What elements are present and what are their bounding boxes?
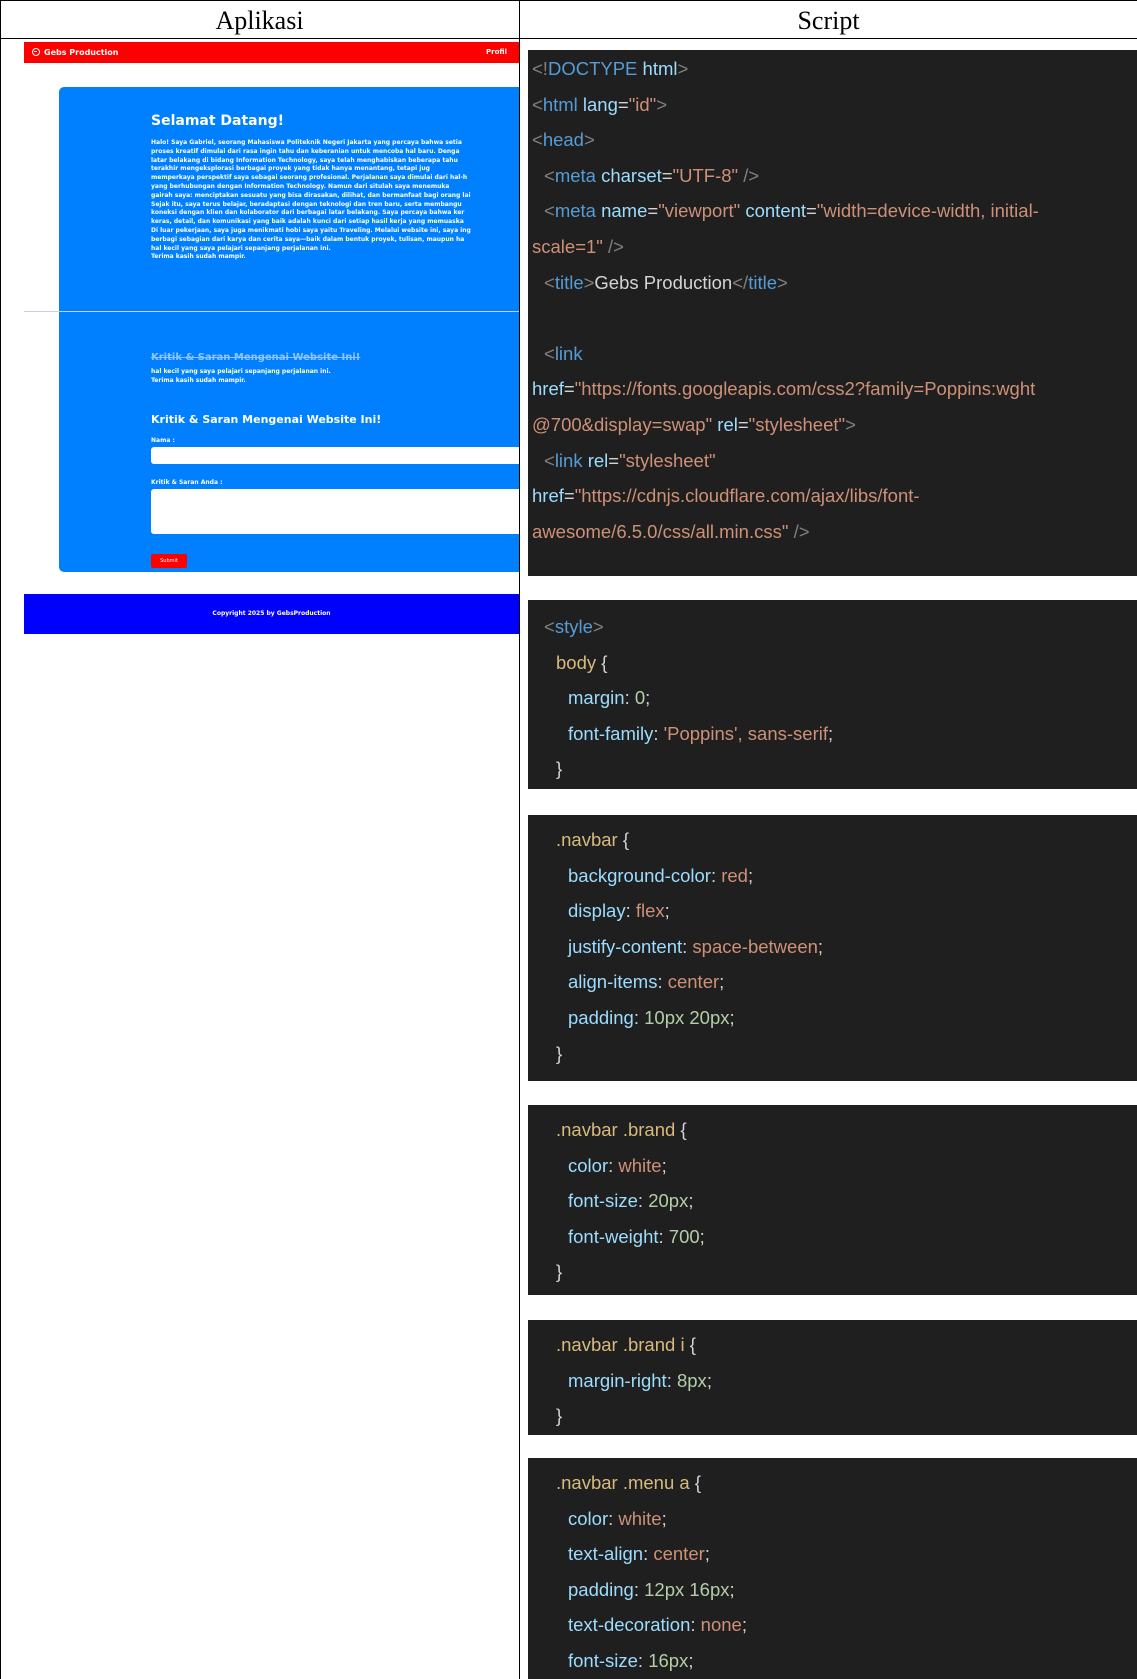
code-line: <meta name="viewport" content="width=dev… <box>544 200 1039 222</box>
about-paragraph: Halo! Saya Gabriel, seorang Mahasiswa Po… <box>151 139 519 262</box>
code-block-brand-icon: .navbar .brand i { margin-right: 8px; } <box>528 1320 1137 1435</box>
code-line: @700&display=swap" rel="stylesheet"> <box>532 413 856 435</box>
about-line: yang berhubungan dengan Information Tech… <box>151 182 450 190</box>
code-line: .navbar .menu a { <box>556 1472 702 1493</box>
code-line: font-size: 20px; <box>568 1190 694 1212</box>
code-line: color: white; <box>568 1507 667 1529</box>
about-line: memperkaya perspektif saya sebagai seora… <box>151 174 468 182</box>
code-line: font-weight: 700; <box>568 1225 705 1247</box>
brand[interactable]: Gebs Production <box>32 47 119 58</box>
about-line: keras, detail, dan komunikasi yang baik … <box>151 218 464 226</box>
code-line: text-decoration: none; <box>568 1614 747 1636</box>
code-line: <link <box>544 342 583 364</box>
code-line: <!DOCTYPE html> <box>532 58 689 79</box>
code-block-menu-link: .navbar .menu a { color: white; text-ali… <box>528 1458 1137 1679</box>
code-line: awesome/6.5.0/css/all.min.css" /> <box>532 520 810 542</box>
column-divider <box>519 0 520 1679</box>
about-line: koneksi dengan klien dan kolaborator dar… <box>151 209 465 217</box>
code-line: text-align: center; <box>568 1543 710 1565</box>
name-input[interactable] <box>151 447 519 464</box>
overlap-ghost-text: hal kecil yang saya pelajari sepanjang p… <box>151 367 331 385</box>
code-line: <html lang="id"> <box>532 93 668 115</box>
code-line: .navbar .brand i { <box>556 1334 696 1355</box>
code-line: body { <box>556 651 608 673</box>
overlap-ghost-title: Kritik & Saran Mengenai Website Ini! <box>151 352 361 363</box>
welcome-title: Selamat Datang! <box>151 113 285 129</box>
header-divider <box>0 38 1137 39</box>
code-line: href="https://cdnjs.cloudflare.com/ajax/… <box>532 485 920 507</box>
about-line: proses kreatif dimulai dari rasa ingin t… <box>151 147 460 155</box>
code-line: } <box>556 1405 563 1427</box>
navbar: Gebs Production Profil <box>24 42 519 63</box>
code-line: href="https://fonts.googleapis.com/css2?… <box>532 378 1036 400</box>
code-line: padding: 12px 16px; <box>568 1578 735 1600</box>
code-line: } <box>556 758 563 780</box>
code-line: font-size: 16px; <box>568 1649 694 1671</box>
code-line: <title>Gebs Production</title> <box>544 271 788 293</box>
closing-line: Terima kasih sudah mampir. <box>151 253 246 261</box>
globe-icon <box>32 48 40 56</box>
ghost-line: Terima kasih sudah mampir. <box>151 377 246 384</box>
about-line: Di luar pekerjaan, saya juga menikmati h… <box>151 226 471 234</box>
code-line: scale=1" /> <box>532 235 624 257</box>
profile-link[interactable]: Profil <box>486 47 507 58</box>
code-line: .navbar .brand { <box>556 1119 687 1140</box>
code-line: justify-content: space-between; <box>568 935 824 957</box>
about-line: berbagi sebagian dari karya dan cerita s… <box>151 235 465 243</box>
about-line: Halo! Saya Gabriel, seorang Mahasiswa Po… <box>151 139 462 146</box>
about-line: Sejak itu, saya terus belajar, beradapta… <box>151 200 462 208</box>
feedback-title: Kritik & Saran Mengenai Website Ini! <box>151 413 382 426</box>
welcome-card: Selamat Datang! Halo! Saya Gabriel, seor… <box>59 87 519 572</box>
code-line: align-items: center; <box>568 971 725 993</box>
app-preview: Gebs Production Profil Selamat Datang! H… <box>24 42 519 637</box>
ghost-line: hal kecil yang saya pelajari sepanjang p… <box>151 368 331 375</box>
brand-label: Gebs Production <box>44 48 119 57</box>
code-line: font-family: 'Poppins', sans-serif; <box>568 722 834 744</box>
code-line: <meta charset="UTF-8" /> <box>544 164 760 186</box>
message-textarea[interactable] <box>151 489 519 534</box>
code-line: margin-right: 8px; <box>568 1369 712 1391</box>
code-line: } <box>556 1261 563 1283</box>
code-line: <style> <box>544 616 604 637</box>
about-line: hal kecil yang saya pelajari sepanjang p… <box>151 244 331 252</box>
code-block-navbar: .navbar { background-color: red; display… <box>528 815 1137 1081</box>
about-line: latar belakang di bidang Information Tec… <box>151 156 458 164</box>
code-line: padding: 10px 20px; <box>568 1006 735 1028</box>
code-block-head: <!DOCTYPE html> <html lang="id"> <head> … <box>528 50 1137 576</box>
footer: Copyright 2025 by GebsProduction <box>24 594 519 634</box>
code-line: <link rel="stylesheet" <box>544 449 716 471</box>
name-label: Nama : <box>151 437 175 444</box>
code-line: .navbar { <box>556 829 630 850</box>
code-line: margin: 0; <box>568 687 651 709</box>
code-line: color: white; <box>568 1154 667 1176</box>
about-line: terakhir mengeksplorasi berbagai proyek … <box>151 165 430 173</box>
code-line: background-color: red; <box>568 864 754 886</box>
column-header-script: Script <box>797 6 860 35</box>
code-block-body: <style> body { margin: 0; font-family: '… <box>528 600 1137 789</box>
message-label: Kritik & Saran Anda : <box>151 479 223 486</box>
code-block-brand: .navbar .brand { color: white; font-size… <box>528 1105 1137 1295</box>
code-line: } <box>556 1042 563 1064</box>
submit-button[interactable]: Submit <box>151 554 187 568</box>
screenshot-seam <box>24 311 519 312</box>
footer-copyright: Copyright 2025 by GebsProduction <box>212 610 331 617</box>
code-line: display: flex; <box>568 900 670 922</box>
column-header-app: Aplikasi <box>215 6 304 35</box>
code-line: <head> <box>532 129 595 151</box>
about-line: gairah saya: menciptakan sesuatu yang bi… <box>151 191 471 199</box>
